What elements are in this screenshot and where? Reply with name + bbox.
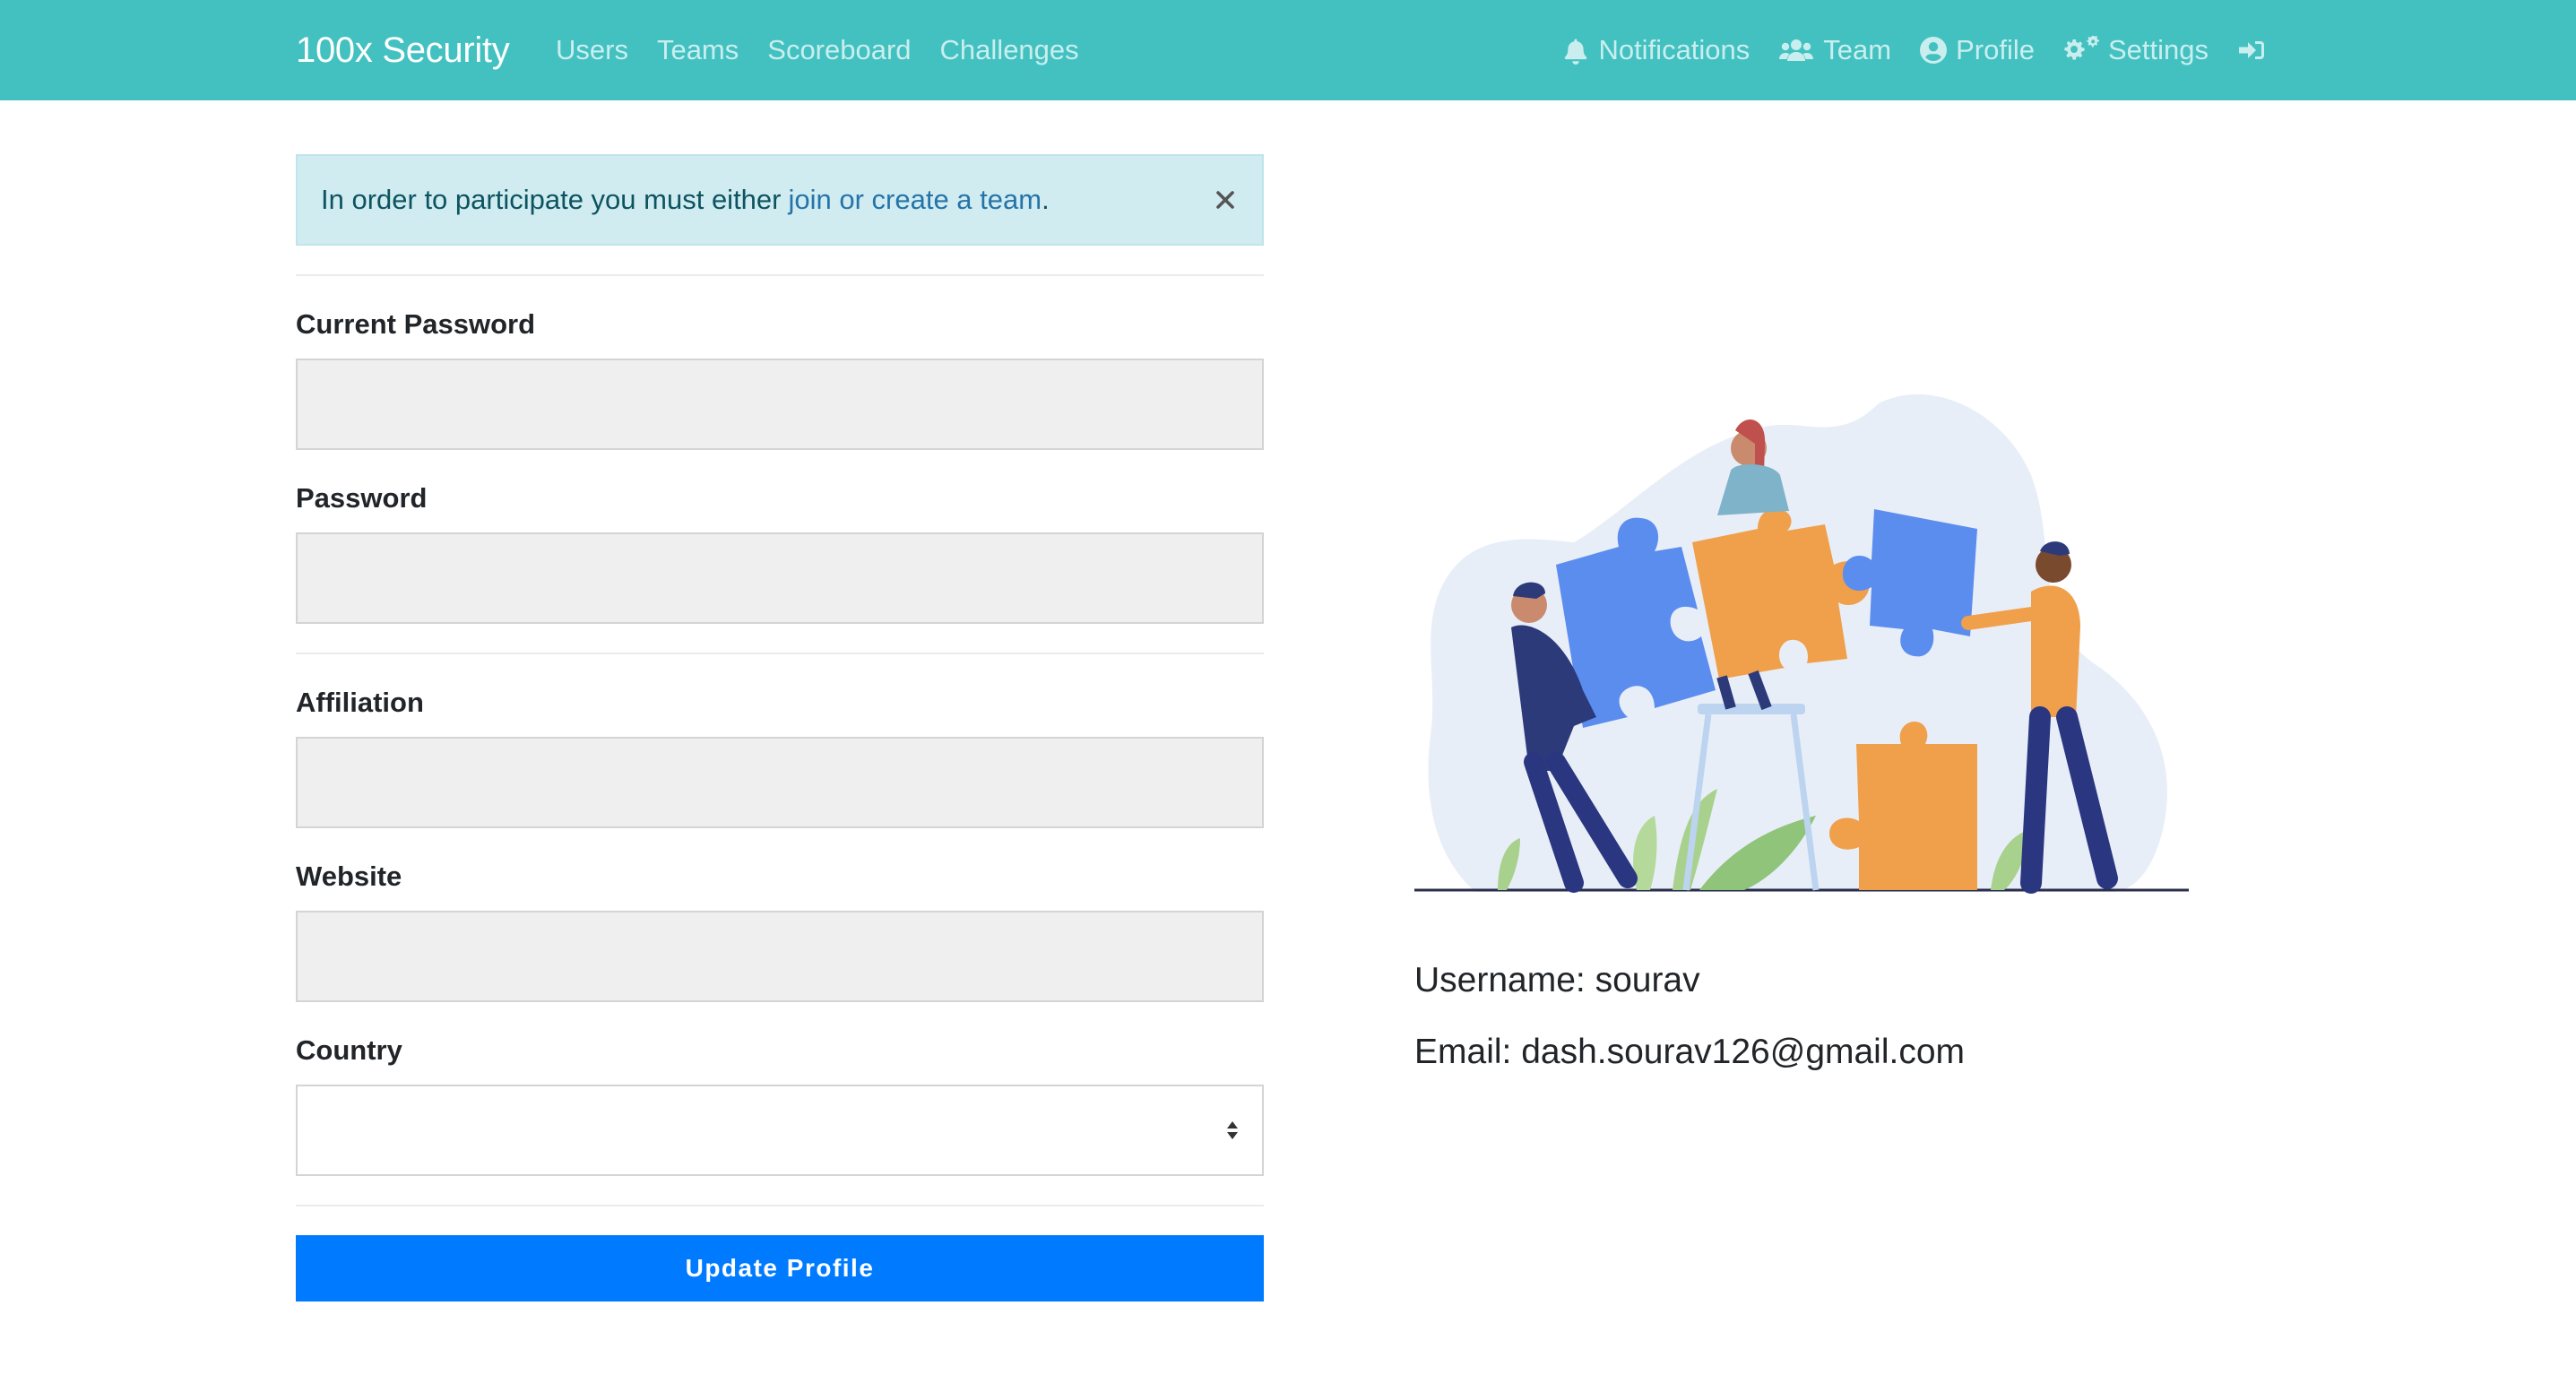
affiliation-input[interactable] <box>296 737 1264 828</box>
current-password-input[interactable] <box>296 359 1264 450</box>
nav-profile-label: Profile <box>1956 34 2035 65</box>
nav-team-label: Team <box>1823 34 1892 65</box>
update-profile-button[interactable]: Update Profile <box>296 1235 1264 1301</box>
profile-email: Email: dash.sourav126@gmail.com <box>1414 1033 1966 1071</box>
nav-challenges[interactable]: Challenges <box>940 34 1079 66</box>
bell-icon <box>1565 39 1587 65</box>
nav-notifications[interactable]: Notifications <box>1562 34 1750 66</box>
nav-scoreboard[interactable]: Scoreboard <box>767 34 911 66</box>
team-required-alert: In order to participate you must either … <box>296 154 1264 246</box>
teamwork-puzzle-illustration <box>1414 394 2189 894</box>
nav-teams[interactable]: Teams <box>657 34 739 66</box>
cogs-icon <box>2064 36 2099 60</box>
top-navbar: 100x Security Users Teams Scoreboard Cha… <box>0 0 2576 100</box>
divider <box>296 274 1264 276</box>
profile-username: Username: sourav <box>1414 961 1700 999</box>
nav-settings-label: Settings <box>2107 34 2209 65</box>
current-password-label: Current Password <box>296 308 536 340</box>
divider <box>296 1205 1264 1206</box>
alert-text-end: . <box>1042 184 1050 215</box>
profile-form: In order to participate you must either … <box>296 154 1264 1301</box>
close-icon <box>1216 191 1234 209</box>
password-label: Password <box>296 482 428 514</box>
users-icon <box>1779 39 1814 61</box>
sort-caret-icon <box>1227 1121 1238 1139</box>
website-input[interactable] <box>296 911 1264 1002</box>
nav-notifications-label: Notifications <box>1598 34 1750 65</box>
country-label: Country <box>296 1034 402 1066</box>
affiliation-label: Affiliation <box>296 687 424 718</box>
alert-text: In order to participate you must either <box>321 184 782 215</box>
brand-logo[interactable]: 100x Security <box>296 0 510 100</box>
logout-icon <box>2239 41 2264 59</box>
alert-close-button[interactable] <box>1212 186 1239 213</box>
nav-profile[interactable]: Profile <box>1920 34 2035 66</box>
country-select[interactable] <box>296 1085 1264 1176</box>
divider <box>296 653 1264 654</box>
password-input[interactable] <box>296 532 1264 624</box>
nav-right-links: Notifications Team Profile Settings <box>1562 0 2266 100</box>
nav-left-links: Users Teams Scoreboard Challenges <box>556 0 1079 100</box>
website-label: Website <box>296 860 402 892</box>
nav-logout[interactable] <box>2237 38 2266 63</box>
join-team-link[interactable]: join or create a team <box>788 184 1042 216</box>
nav-team[interactable]: Team <box>1778 34 1891 66</box>
nav-settings[interactable]: Settings <box>2063 34 2209 66</box>
nav-users[interactable]: Users <box>556 34 628 66</box>
user-circle-icon <box>1920 37 1948 64</box>
